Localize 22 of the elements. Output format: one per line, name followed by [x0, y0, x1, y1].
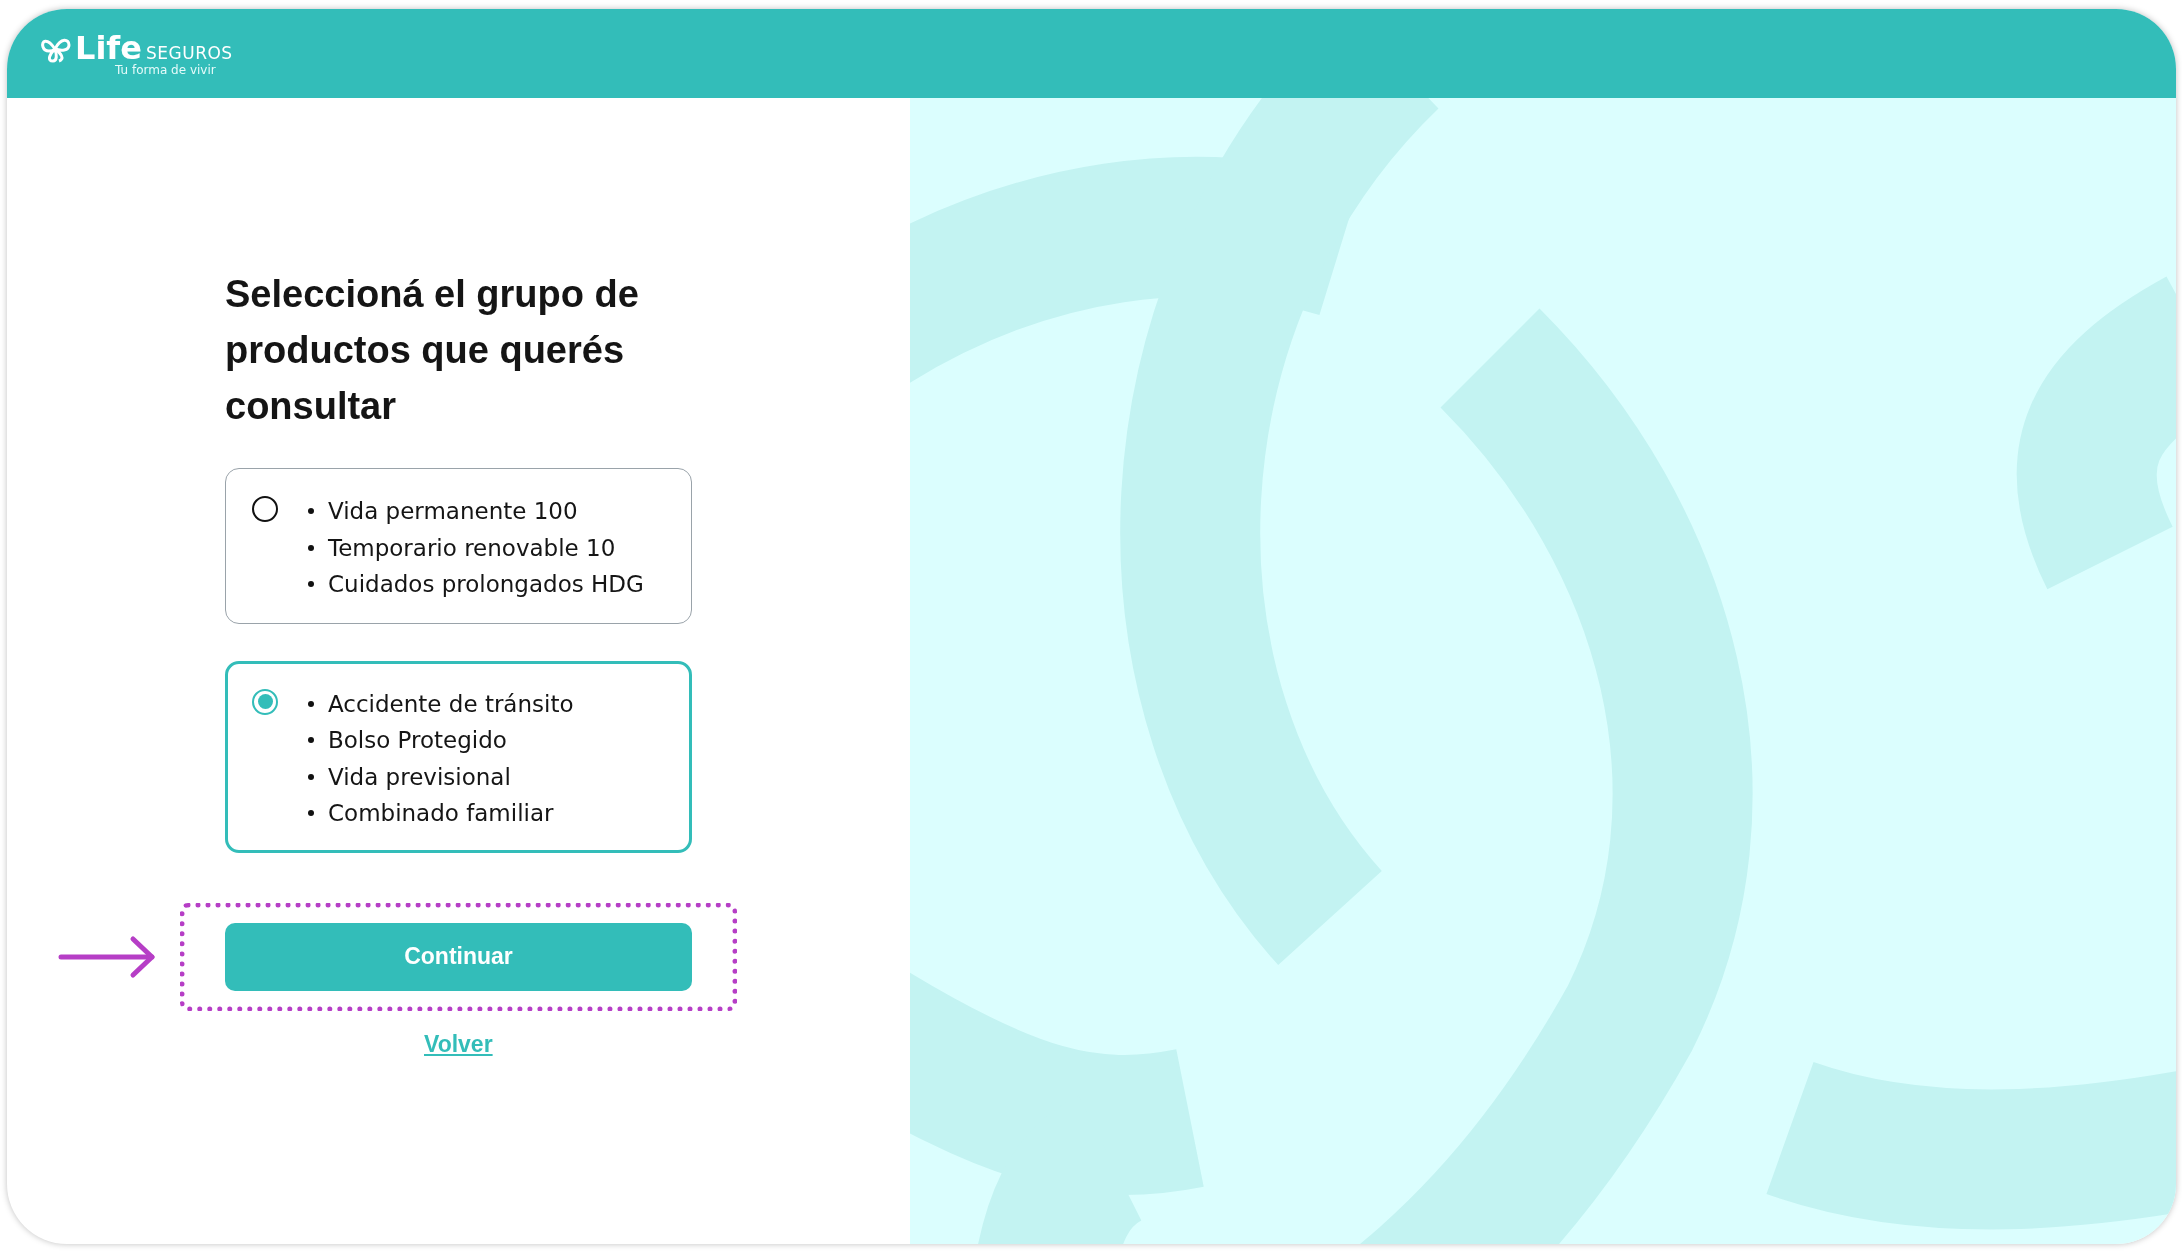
product-name: Temporario renovable 10	[328, 534, 616, 561]
product-name: Vida permanente 100	[328, 498, 578, 525]
brand-suffix: SEGUROS	[146, 42, 233, 63]
option-card[interactable]: Vida permanente 100 Temporario renovable 10 Cuidados prolongados HDG	[225, 468, 692, 624]
brand-name: Life	[75, 30, 142, 65]
product-name: Cuidados prolongados HDG	[328, 571, 644, 598]
bullet-icon	[308, 810, 314, 817]
bullet-icon	[308, 544, 314, 551]
bullet-icon	[308, 581, 314, 588]
product-name: Accidente de tránsito	[328, 690, 574, 717]
bullet-icon	[308, 737, 314, 744]
bullet-icon	[308, 773, 314, 780]
bullet-icon	[308, 700, 314, 707]
radio-button[interactable]	[252, 688, 278, 715]
radio-button[interactable]	[252, 496, 278, 522]
option-card[interactable]: Accidente de tránsito Bolso Protegido Vida previsional Combinado familiar	[225, 660, 692, 853]
product-name: Combinado familiar	[328, 800, 554, 827]
page-title: Seleccioná el grupo de productos que querés consultar	[225, 272, 640, 429]
product-name: Bolso Protegido	[328, 727, 507, 754]
product-name: Vida previsional	[328, 763, 511, 790]
bullet-icon	[308, 508, 314, 515]
tagline: Tu forma de vivir	[115, 62, 217, 77]
